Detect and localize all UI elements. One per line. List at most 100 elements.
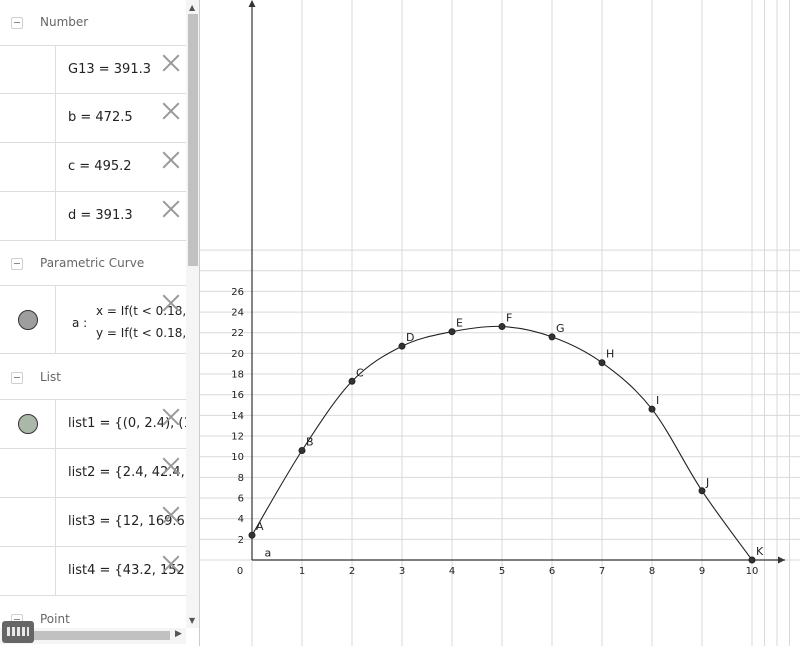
point-b[interactable] (298, 447, 306, 455)
marble-cell (0, 286, 56, 353)
horizontal-scrollbar-thumb[interactable] (30, 631, 170, 640)
close-icon[interactable] (162, 506, 180, 524)
x-tick-label: 1 (299, 566, 305, 577)
marble-cell (0, 400, 56, 448)
marble-cell (0, 192, 56, 240)
marble-cell (0, 449, 56, 497)
point-label: E (456, 317, 463, 330)
point-f[interactable] (498, 323, 506, 331)
x-tick-label: 8 (649, 566, 655, 577)
y-axis-arrow-icon (248, 0, 256, 7)
y-tick-label: 10 (231, 452, 244, 463)
tick-labels: 0 1 2 3 4 5 6 7 8 9 102468101214161820222426 (231, 287, 758, 577)
vertical-scrollbar-thumb[interactable] (188, 14, 198, 266)
y-tick-label: 16 (231, 390, 244, 401)
point-label: A (256, 520, 264, 533)
y-tick-label: 22 (231, 328, 244, 339)
point-label: I (656, 394, 659, 407)
y-tick-label: 24 (231, 308, 244, 319)
point-label: C (356, 366, 364, 379)
point-j[interactable] (698, 487, 706, 495)
point-k[interactable] (748, 556, 756, 564)
collapse-icon[interactable] (11, 258, 23, 270)
point-i[interactable] (648, 405, 656, 413)
x-tick-label: 10 (746, 566, 759, 577)
section-list[interactable]: List (0, 355, 186, 403)
x-tick-label: 4 (449, 566, 455, 577)
point-label: B (306, 436, 314, 449)
x-tick-label: 5 (499, 566, 505, 577)
algebra-row-list2[interactable]: list2 = {2.4, 42.4, 3 (0, 449, 197, 498)
graphics-canvas[interactable]: 0 1 2 3 4 5 6 7 8 9 102468101214161820222426 ABCDE… (200, 0, 800, 646)
curve-label: a (265, 546, 272, 559)
x-tick-label: 2 (349, 566, 355, 577)
close-icon[interactable] (162, 457, 180, 475)
curve-definition-y[interactable]: y = If(t < 0.18, (96, 326, 186, 340)
section-parametric-curve[interactable]: Parametric Curve (0, 241, 186, 289)
grid (200, 0, 800, 646)
graphics-view[interactable]: 0 1 2 3 4 5 6 7 8 9 10 2 4 6 8 10 12 14 16 18 20 22 24 26 ABCDE… (200, 0, 800, 646)
algebra-row-b[interactable]: b = 472.5 (0, 94, 186, 143)
y-tick-label: 12 (231, 432, 244, 443)
algebra-row-list3[interactable]: list3 = {12, 169.6, 1 (0, 498, 199, 547)
x-tick-label: 7 (599, 566, 605, 577)
y-tick-label: 8 (238, 473, 244, 484)
close-icon[interactable] (162, 555, 180, 573)
close-icon[interactable] (162, 54, 180, 72)
section-title: Point (40, 612, 70, 626)
close-icon[interactable] (162, 102, 180, 120)
close-icon[interactable] (162, 408, 180, 426)
x-tick-label: 3 (399, 566, 405, 577)
algebra-row-list4[interactable]: list4 = {43.2, 152.8, (0, 547, 199, 596)
x-tick-label: 6 (549, 566, 555, 577)
algebra-row-curve-a[interactable]: a : x = If(t < 0.18, y = If(t < 0.18, (0, 285, 186, 354)
collapse-icon[interactable] (11, 17, 23, 29)
scroll-right-icon[interactable]: ▶ (175, 629, 182, 639)
section-title: Parametric Curve (40, 256, 145, 270)
point-d[interactable] (398, 342, 406, 350)
scroll-down-icon[interactable]: ▼ (189, 616, 195, 625)
y-tick-label: 26 (231, 287, 244, 298)
point-g[interactable] (548, 333, 556, 341)
algebra-expression[interactable]: G13 = 391.3 (68, 62, 151, 77)
section-title: Number (40, 15, 89, 29)
x-tick-label: 0 (237, 566, 243, 577)
algebra-expression[interactable]: d = 391.3 (68, 208, 133, 223)
axes (248, 0, 785, 564)
algebra-view: Number G13 = 391.3 b = 472.5 c = 495.2 d… (0, 0, 200, 646)
marble-cell (0, 143, 56, 191)
section-number[interactable]: Number (0, 0, 186, 48)
close-icon[interactable] (162, 151, 180, 169)
algebra-row-list1[interactable]: list1 = {(0, 2.4), (1, (0, 399, 196, 449)
points[interactable]: A B C D E F G H I J K (248, 312, 764, 564)
point-e[interactable] (448, 328, 456, 336)
marble-cell (0, 94, 56, 142)
close-icon[interactable] (162, 294, 180, 312)
close-icon[interactable] (162, 200, 180, 218)
section-title: List (40, 370, 61, 384)
collapse-icon[interactable] (11, 372, 23, 384)
point-c[interactable] (348, 377, 356, 385)
curve-name: a : (72, 316, 88, 330)
marble-cell (0, 498, 56, 546)
point-label: D (406, 331, 414, 344)
algebra-row-d[interactable]: d = 391.3 (0, 192, 186, 241)
algebra-row-g13[interactable]: G13 = 391.3 (0, 45, 186, 94)
x-tick-label: 9 (699, 566, 705, 577)
point-h[interactable] (598, 359, 606, 367)
algebra-expression[interactable]: c = 495.2 (68, 159, 132, 174)
algebra-expression[interactable]: list3 = {12, 169.6, 1 (68, 514, 199, 529)
marble-cell (0, 46, 56, 93)
visibility-toggle-icon[interactable] (18, 414, 38, 434)
y-tick-label: 18 (231, 370, 244, 381)
keyboard-icon[interactable] (2, 621, 34, 643)
y-tick-label: 4 (238, 514, 244, 525)
marble-cell (0, 547, 56, 595)
visibility-toggle-icon[interactable] (18, 309, 38, 330)
x-axis-arrow-icon (778, 556, 785, 564)
algebra-expression[interactable]: b = 472.5 (68, 110, 133, 125)
algebra-row-c[interactable]: c = 495.2 (0, 143, 186, 192)
algebra-expression[interactable]: list4 = {43.2, 152.8, (68, 563, 199, 578)
point-a[interactable] (248, 531, 256, 539)
scroll-up-icon[interactable]: ▲ (189, 3, 195, 12)
